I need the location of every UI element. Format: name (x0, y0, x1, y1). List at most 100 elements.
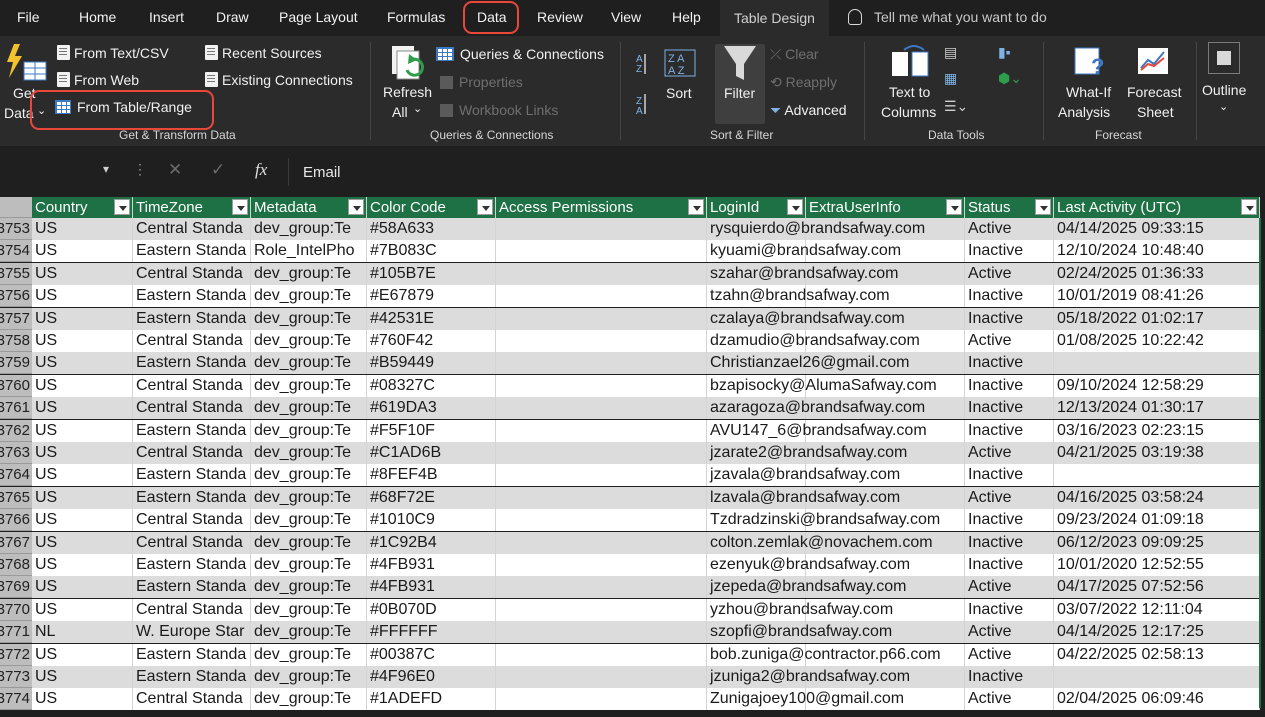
cell-last-activity[interactable]: 05/18/2022 01:02:17 (1054, 307, 1260, 330)
cell-color-code[interactable]: #58A633 (367, 218, 496, 240)
cell-status[interactable]: Inactive (965, 509, 1054, 532)
tell-me-search[interactable]: Tell me what you want to do (848, 9, 1047, 25)
row-number[interactable]: 3771 (0, 621, 32, 644)
cell-metadata[interactable]: dev_group:Te (251, 442, 367, 464)
cell-metadata[interactable]: dev_group:Te (251, 307, 367, 330)
cell-access-permissions[interactable] (496, 285, 707, 308)
column-header-color-code[interactable]: Color Code (367, 197, 496, 218)
outline-icon[interactable] (1208, 42, 1240, 74)
cell-country[interactable]: US (32, 262, 133, 285)
cell-access-permissions[interactable] (496, 442, 707, 464)
row-number[interactable]: 3757 (0, 307, 32, 330)
cell-country[interactable]: US (32, 330, 133, 352)
tab-insert[interactable]: Insert (149, 9, 184, 25)
row-number[interactable]: 3759 (0, 352, 32, 375)
recent-sources-button[interactable]: Recent Sources (205, 45, 322, 61)
column-header-timezone[interactable]: TimeZone (133, 197, 251, 218)
cell-country[interactable]: US (32, 464, 133, 487)
row-number[interactable]: 3768 (0, 554, 32, 576)
row-number[interactable]: 3760 (0, 374, 32, 397)
name-box[interactable]: ▾ (0, 158, 120, 186)
cell-color-code[interactable]: #B59449 (367, 352, 496, 375)
cell-last-activity[interactable] (1054, 352, 1260, 375)
cell-loginid[interactable]: lzavala@brandsafway.com (707, 486, 900, 509)
cell-status[interactable]: Inactive (965, 531, 1054, 554)
cell-timezone[interactable]: Eastern Standa (133, 240, 251, 263)
tab-review[interactable]: Review (537, 9, 583, 25)
cell-color-code[interactable]: #4F96E0 (367, 666, 496, 688)
data-validation-icon[interactable]: ☰⌄ (944, 98, 968, 115)
cell-last-activity[interactable]: 09/10/2024 12:58:29 (1054, 374, 1260, 397)
workbook-links-button[interactable]: Workbook Links (440, 102, 558, 118)
cell-status[interactable]: Inactive (965, 554, 1054, 576)
cell-loginid[interactable]: colton.zemlak@novachem.com (707, 531, 933, 554)
cell-status[interactable]: Inactive (965, 397, 1054, 420)
row-number[interactable]: 3761 (0, 397, 32, 420)
properties-button[interactable]: Properties (440, 74, 523, 90)
outline-button[interactable]: Outline (1202, 82, 1246, 98)
cell-loginid[interactable]: AVU147_6@brandsafway.com (707, 419, 927, 442)
cell-status[interactable]: Inactive (965, 352, 1054, 375)
cell-country[interactable]: US (32, 352, 133, 375)
tab-file[interactable]: File (17, 9, 40, 25)
cell-last-activity[interactable]: 04/22/2025 02:58:13 (1054, 643, 1260, 666)
cell-metadata[interactable]: dev_group:Te (251, 688, 367, 711)
column-header-status[interactable]: Status (965, 197, 1054, 218)
cell-last-activity[interactable]: 12/13/2024 01:30:17 (1054, 397, 1260, 420)
insert-function-icon[interactable]: fx (255, 160, 267, 180)
cell-color-code[interactable]: #C1AD6B (367, 442, 496, 464)
cell-status[interactable]: Active (965, 218, 1054, 240)
filter-dropdown-icon[interactable] (1241, 199, 1257, 215)
cell-timezone[interactable]: Eastern Standa (133, 307, 251, 330)
column-header-extrauserinfo[interactable]: ExtraUserInfo (806, 197, 965, 218)
filter-dropdown-icon[interactable] (1035, 199, 1051, 215)
cell-loginid[interactable]: jzavala@brandsafway.com (707, 464, 900, 487)
cell-status[interactable]: Active (965, 442, 1054, 464)
cell-last-activity[interactable]: 04/17/2025 07:52:56 (1054, 576, 1260, 599)
from-web-button[interactable]: From Web (57, 72, 139, 88)
row-number[interactable]: 3767 (0, 531, 32, 554)
data-model-icon[interactable]: ⬢⌄ (998, 70, 1022, 87)
cell-timezone[interactable]: Eastern Standa (133, 576, 251, 599)
cell-timezone[interactable]: Central Standa (133, 688, 251, 711)
cell-country[interactable]: US (32, 442, 133, 464)
cell-last-activity[interactable]: 02/24/2025 01:36:33 (1054, 262, 1260, 285)
cell-color-code[interactable]: #105B7E (367, 262, 496, 285)
cell-status[interactable]: Active (965, 330, 1054, 352)
sort-button[interactable]: Sort (666, 85, 692, 101)
cell-color-code[interactable]: #1ADEFD (367, 688, 496, 711)
cell-access-permissions[interactable] (496, 621, 707, 644)
cell-status[interactable]: Inactive (965, 419, 1054, 442)
cell-metadata[interactable]: dev_group:Te (251, 330, 367, 352)
confirm-edit-icon[interactable]: ✓ (211, 160, 225, 180)
column-header-metadata[interactable]: Metadata (251, 197, 367, 218)
tab-formulas[interactable]: Formulas (387, 9, 445, 25)
cell-country[interactable]: US (32, 419, 133, 442)
forecast-sheet-label1[interactable]: Forecast (1127, 84, 1181, 100)
filter-dropdown-icon[interactable] (787, 199, 803, 215)
cell-metadata[interactable]: dev_group:Te (251, 464, 367, 487)
cell-status[interactable]: Inactive (965, 374, 1054, 397)
cell-color-code[interactable]: #FFFFFF (367, 621, 496, 644)
cell-access-permissions[interactable] (496, 486, 707, 509)
cell-color-code[interactable]: #F5F10F (367, 419, 496, 442)
cell-status[interactable]: Active (965, 262, 1054, 285)
chevron-down-icon[interactable]: ⌄ (1219, 100, 1228, 113)
text-to-columns-label2[interactable]: Columns (881, 104, 936, 120)
cell-loginid[interactable]: azaragoza@brandsafway.com (707, 397, 925, 420)
cell-last-activity[interactable]: 03/07/2022 12:11:04 (1054, 598, 1260, 621)
cell-loginid[interactable]: szopfi@brandsafway.com (707, 621, 892, 644)
cell-timezone[interactable]: Central Standa (133, 330, 251, 352)
cell-timezone[interactable]: Eastern Standa (133, 352, 251, 375)
cell-country[interactable]: US (32, 374, 133, 397)
cell-status[interactable]: Active (965, 688, 1054, 711)
row-number[interactable]: 3770 (0, 598, 32, 621)
cell-timezone[interactable]: Eastern Standa (133, 464, 251, 487)
cell-status[interactable]: Inactive (965, 307, 1054, 330)
cell-last-activity[interactable]: 04/21/2025 03:19:38 (1054, 442, 1260, 464)
cell-metadata[interactable]: dev_group:Te (251, 598, 367, 621)
tab-home[interactable]: Home (79, 9, 116, 25)
cell-metadata[interactable]: dev_group:Te (251, 397, 367, 420)
cell-country[interactable]: US (32, 285, 133, 308)
column-header-country[interactable]: Country (32, 197, 133, 218)
